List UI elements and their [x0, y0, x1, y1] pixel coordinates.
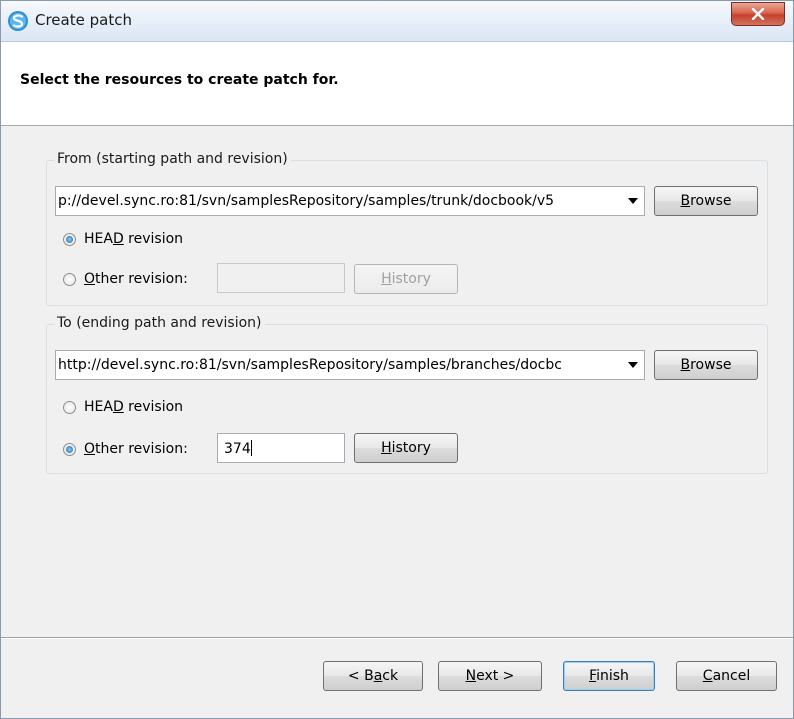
close-icon	[751, 8, 765, 20]
finish-button[interactable]: Finish	[563, 661, 655, 691]
to-path-combo[interactable]: http://devel.sync.ro:81/svn/samplesRepos…	[55, 350, 645, 380]
text-caret	[250, 440, 252, 456]
title-bar[interactable]: Create patch	[1, 1, 793, 42]
footer-separator-highlight	[1, 638, 793, 639]
to-revision-value: 374	[224, 441, 251, 457]
to-path-dropdown[interactable]	[622, 351, 644, 379]
to-head-revision-label: HEAD revision	[84, 399, 184, 415]
from-path-dropdown[interactable]	[622, 187, 644, 215]
from-group: From (starting path and revision) p://de…	[46, 151, 768, 306]
from-head-revision-label: HEAD revision	[84, 231, 184, 247]
to-other-revision-label: Other revision:	[84, 441, 188, 457]
to-head-revision-option[interactable]: HEAD revision	[63, 399, 183, 415]
to-other-revision-radio[interactable]	[63, 442, 76, 456]
create-patch-dialog: Create patch Select the resources to cre…	[0, 0, 794, 719]
chevron-down-icon	[628, 362, 638, 368]
to-other-revision-option[interactable]: Other revision:	[63, 441, 188, 457]
wizard-header: Select the resources to create patch for…	[1, 42, 793, 126]
to-history-button[interactable]: History	[354, 433, 458, 463]
to-group: To (ending path and revision) http://dev…	[46, 315, 768, 474]
from-other-revision-option[interactable]: Other revision:	[63, 271, 188, 287]
cancel-button[interactable]: Cancel	[676, 661, 777, 691]
next-button[interactable]: Next >	[438, 661, 542, 691]
back-button[interactable]: < Back	[323, 661, 423, 691]
from-head-revision-option[interactable]: HEAD revision	[63, 231, 183, 247]
from-browse-button[interactable]: Browse	[654, 186, 758, 216]
chevron-down-icon	[628, 198, 638, 204]
to-head-revision-radio[interactable]	[63, 400, 76, 414]
from-group-legend: From (starting path and revision)	[54, 151, 291, 167]
from-head-revision-radio[interactable]	[63, 232, 76, 246]
from-other-revision-radio[interactable]	[63, 272, 76, 286]
from-revision-field[interactable]	[217, 263, 345, 293]
to-revision-field[interactable]: 374	[217, 433, 345, 463]
header-instruction: Select the resources to create patch for…	[20, 72, 339, 88]
to-group-legend: To (ending path and revision)	[54, 315, 265, 331]
from-path-combo[interactable]: p://devel.sync.ro:81/svn/samplesReposito…	[55, 186, 645, 216]
close-button[interactable]	[731, 2, 785, 26]
from-other-revision-label: Other revision:	[84, 271, 188, 287]
from-path-value: p://devel.sync.ro:81/svn/samplesReposito…	[58, 193, 555, 209]
window-title: Create patch	[35, 11, 132, 29]
to-path-value: http://devel.sync.ro:81/svn/samplesRepos…	[58, 357, 562, 373]
from-history-button[interactable]: History	[354, 264, 458, 294]
to-browse-button[interactable]: Browse	[654, 350, 758, 380]
syncro-svn-logo-icon	[8, 11, 28, 31]
